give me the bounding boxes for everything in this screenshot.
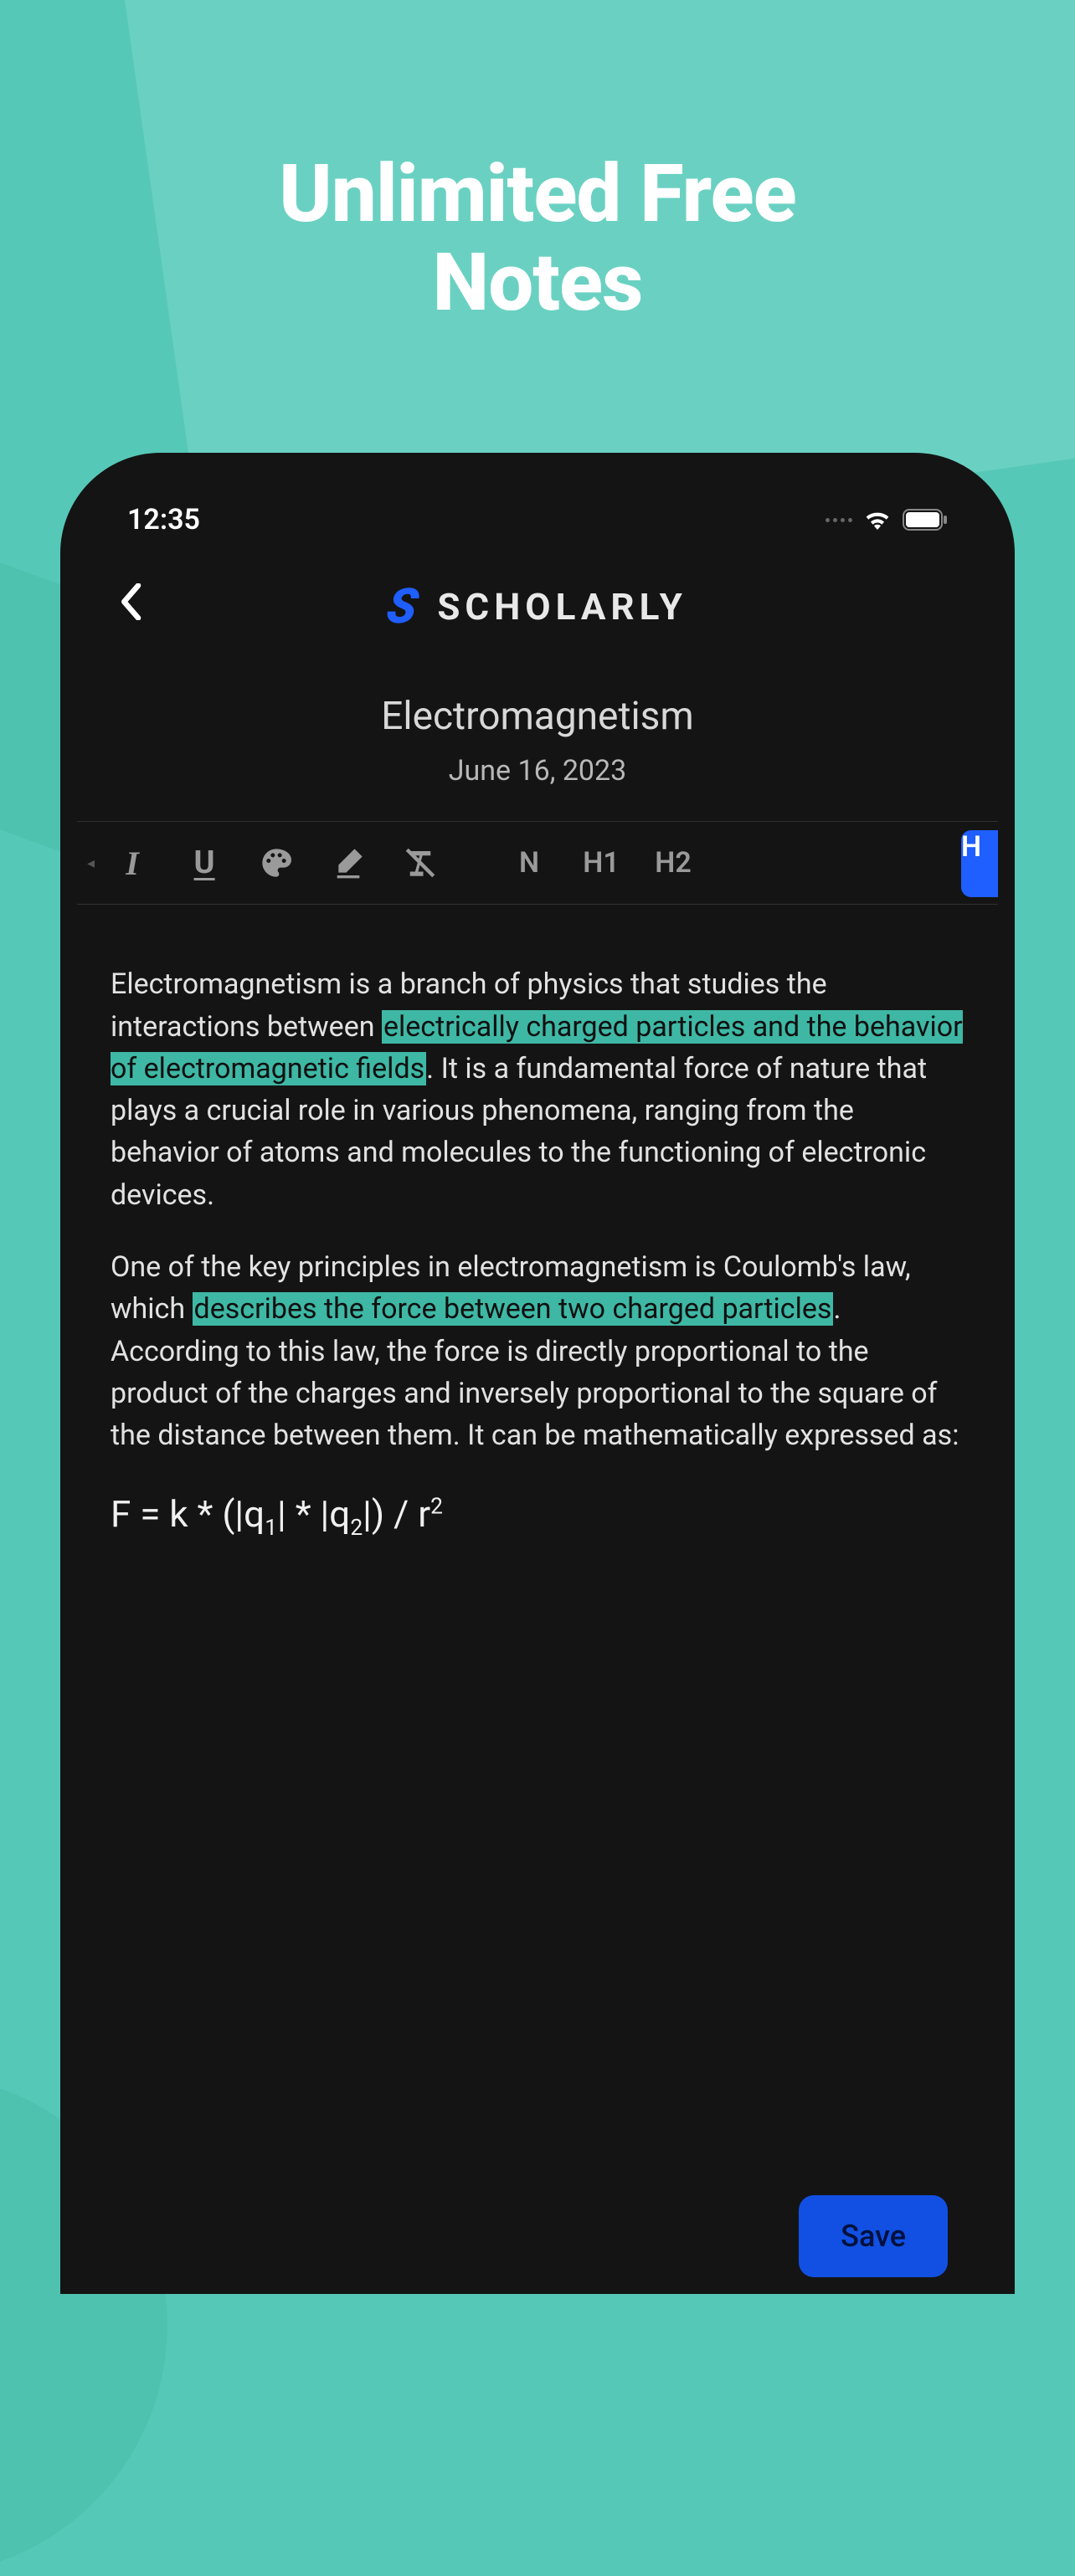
h1-label: H1 — [583, 846, 620, 880]
underline-button[interactable]: U — [170, 834, 239, 892]
formatting-toolbar: ◂ I U N H1 H2 H — [77, 821, 998, 905]
signal-dots-icon — [826, 518, 852, 522]
app-logo-wrap: S SCHOLARLY — [388, 578, 687, 635]
heading1-button[interactable]: H1 — [567, 834, 635, 892]
underline-icon: U — [194, 844, 215, 881]
h3-label: H — [961, 830, 981, 864]
phone-frame: 12:35 S SCHOLARLY — [60, 453, 1015, 2294]
note-content[interactable]: Electromagnetism is a branch of physics … — [77, 905, 998, 1544]
headline-line2: Notes — [433, 236, 643, 330]
clear-format-button[interactable] — [386, 834, 455, 892]
italic-icon: I — [126, 844, 139, 883]
clear-format-icon — [403, 845, 438, 880]
highlight-icon — [332, 846, 365, 880]
italic-button[interactable]: I — [98, 834, 167, 892]
palette-icon — [260, 846, 293, 880]
battery-icon — [903, 509, 948, 531]
note-header: Electromagnetism June 16, 2023 — [77, 660, 998, 821]
phone-screen: 12:35 S SCHOLARLY — [77, 478, 998, 2294]
save-button[interactable]: Save — [799, 2195, 948, 2277]
note-title[interactable]: Electromagnetism — [77, 694, 998, 739]
h2-label: H2 — [655, 846, 692, 880]
back-button[interactable] — [119, 582, 142, 631]
headline-line1: Unlimited Free — [279, 147, 795, 241]
paragraph-1: Electromagnetism is a branch of physics … — [111, 963, 964, 1216]
status-indicators — [826, 509, 948, 531]
normal-text-button[interactable]: N — [495, 834, 563, 892]
note-date: June 16, 2023 — [77, 754, 998, 788]
app-name: SCHOLARLY — [437, 585, 687, 629]
toolbar-scroll-left-icon[interactable]: ◂ — [87, 854, 95, 872]
marketing-headline: Unlimited Free Notes — [0, 0, 1075, 327]
formula-text: F = k * (|q1| * |q2|) / r2 — [111, 1487, 964, 1545]
status-bar: 12:35 — [77, 478, 998, 536]
status-time: 12:35 — [127, 503, 200, 536]
save-label: Save — [841, 2219, 906, 2254]
normal-label: N — [519, 846, 539, 880]
heading3-button[interactable]: H — [961, 830, 998, 897]
text-color-button[interactable] — [242, 834, 311, 892]
heading2-button[interactable]: H2 — [639, 834, 707, 892]
wifi-icon — [864, 510, 891, 530]
paragraph-2: One of the key principles in electromagn… — [111, 1246, 964, 1457]
app-logo-icon: S — [383, 578, 422, 635]
highlighted-text: describes the force between two charged … — [193, 1292, 834, 1326]
app-header: S SCHOLARLY — [77, 536, 998, 660]
highlight-button[interactable] — [314, 834, 383, 892]
